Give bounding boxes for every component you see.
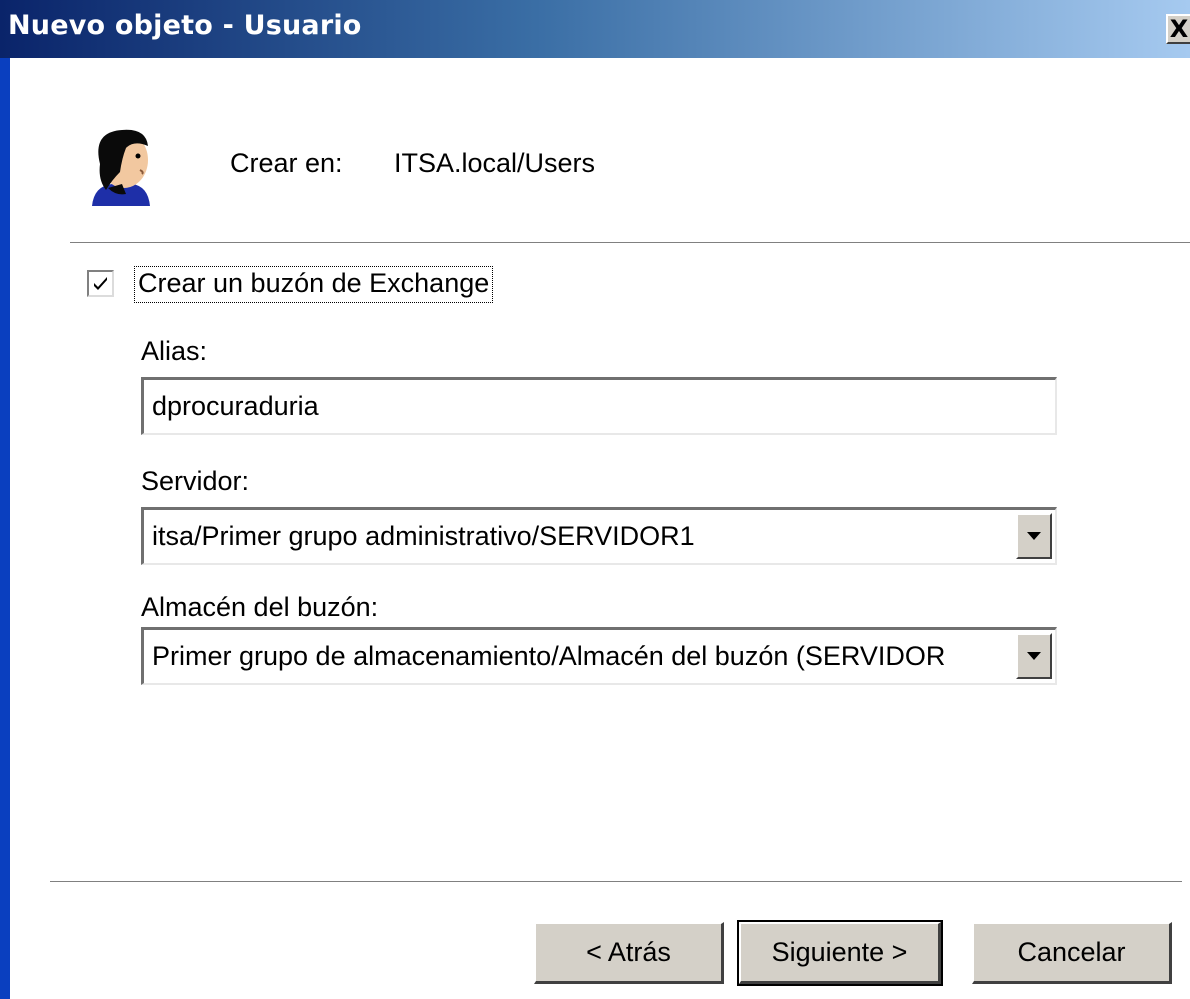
separator-bottom	[50, 881, 1182, 883]
separator-top	[70, 242, 1190, 244]
next-button[interactable]: Siguiente >	[737, 920, 943, 986]
cancel-button-label: Cancelar	[1017, 937, 1126, 967]
chevron-down-icon	[1027, 532, 1041, 540]
mailbox-store-select-value: Primer grupo de almacenamiento/Almacén d…	[152, 641, 946, 671]
close-icon: X	[1169, 15, 1189, 43]
window-title: Nuevo objeto - Usuario	[8, 10, 362, 41]
create-in-path: ITSA.local/Users	[394, 148, 596, 178]
back-button-label: < Atrás	[586, 937, 671, 967]
alias-input[interactable]: dprocuraduria	[141, 377, 1057, 435]
checkmark-icon	[94, 277, 107, 290]
mailbox-store-dropdown-button[interactable]	[1016, 633, 1052, 679]
alias-label: Alias:	[141, 336, 208, 366]
mailbox-store-select[interactable]: Primer grupo de almacenamiento/Almacén d…	[141, 627, 1057, 685]
cancel-button[interactable]: Cancelar	[972, 922, 1172, 984]
create-in-label: Crear en:	[230, 148, 343, 178]
chevron-down-icon	[1027, 652, 1041, 660]
back-button[interactable]: < Atrás	[534, 922, 724, 984]
server-dropdown-button[interactable]	[1016, 513, 1052, 559]
create-mailbox-label[interactable]: Crear un buzón de Exchange	[134, 266, 494, 303]
mailbox-store-label: Almacén del buzón:	[141, 592, 379, 622]
next-button-label: Siguiente >	[771, 937, 908, 967]
user-icon	[82, 124, 162, 206]
create-mailbox-checkbox[interactable]	[87, 270, 114, 297]
dialog-window: Nuevo objeto - Usuario X Crear en: ITSA.…	[0, 0, 1190, 999]
server-select[interactable]: itsa/Primer grupo administrativo/SERVIDO…	[141, 507, 1057, 565]
title-bar[interactable]: Nuevo objeto - Usuario X	[0, 0, 1190, 58]
server-select-value: itsa/Primer grupo administrativo/SERVIDO…	[152, 521, 695, 551]
server-label: Servidor:	[141, 466, 250, 496]
close-button[interactable]: X	[1166, 14, 1190, 44]
